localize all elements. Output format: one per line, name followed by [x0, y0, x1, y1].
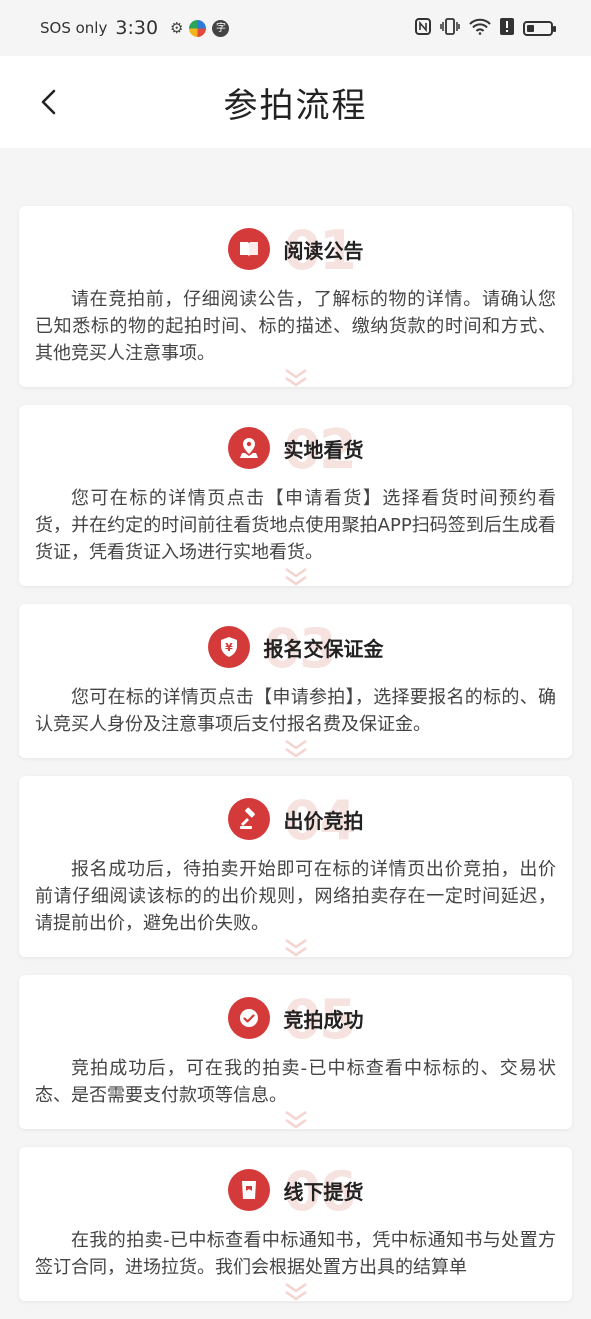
clock: 3:30: [115, 17, 159, 39]
step-title: 阅读公告: [283, 238, 364, 263]
step-description: 您可在标的详情页点击【申请看货】选择看货时间预约看货，并在约定的时间前往看货地点…: [35, 488, 556, 563]
chevron-down-icon: [284, 1282, 307, 1301]
step-title: 竞拍成功: [283, 1007, 364, 1032]
chevron-down-icon: [284, 739, 307, 758]
yuan-shield-icon: ¥: [207, 626, 250, 668]
ime-icon: 字: [212, 19, 230, 37]
chevron-down-icon: [284, 368, 307, 387]
step-header: 06 线下提货: [35, 1165, 556, 1219]
step-description: 请在竞拍前，仔细阅读公告，了解标的物的详情。请确认您已知悉标的物的起拍时间、标的…: [35, 289, 556, 364]
step-title: 出价竞拍: [283, 808, 364, 833]
wifi-icon: [469, 18, 491, 39]
nav-bar: 参拍流程: [0, 56, 591, 148]
process-steps-list: 01 阅读公告请在竞拍前，仔细阅读公告，了解标的物的详情。请确认您已知悉标的物的起…: [19, 206, 572, 1319]
step-description: 您可在标的详情页点击【申请参拍】，选择要报名的标的、确认竞买人身份及注意事项后支…: [35, 687, 556, 735]
chevron-down-icon: [284, 938, 307, 957]
alert-icon: [500, 17, 514, 39]
step-title: 实地看货: [283, 437, 364, 462]
book-icon: [227, 228, 270, 270]
pickup-icon: [227, 1169, 270, 1211]
step-header: 03 ¥ 报名交保证金: [35, 622, 556, 676]
back-button[interactable]: [34, 84, 64, 120]
step-card: 01 阅读公告请在竞拍前，仔细阅读公告，了解标的物的详情。请确认您已知悉标的物的起…: [19, 206, 572, 387]
page-title: 参拍流程: [223, 85, 368, 126]
chevron-down-icon: [284, 567, 307, 586]
step-card: 05 竞拍成功竞拍成功后，可在我的拍卖-已中标查看中标标的、交易状态、是否需要支付…: [19, 975, 572, 1129]
settings-icon: ⚙: [170, 19, 184, 37]
step-title: 报名交保证金: [263, 636, 384, 661]
chevron-down-icon: [284, 1110, 307, 1129]
carrier-label: SOS only: [40, 19, 108, 37]
battery-icon: [523, 20, 556, 36]
step-header: 04 出价竞拍: [35, 794, 556, 848]
status-bar: SOS only 3:30 ⚙ 字: [0, 0, 591, 56]
step-description: 竞拍成功后，可在我的拍卖-已中标查看中标标的、交易状态、是否需要支付款项等信息。: [35, 1058, 556, 1106]
svg-text:¥: ¥: [225, 641, 233, 654]
step-header: 02 实地看货: [35, 423, 556, 477]
gavel-icon: [227, 798, 270, 840]
step-card: 03 ¥ 报名交保证金 您可在标的详情页点击【申请参拍】，选择要报名的标的、确认竞买人…: [19, 604, 572, 758]
step-header: 05 竞拍成功: [35, 993, 556, 1047]
step-description: 在我的拍卖-已中标查看中标通知书，凭中标通知书与处置方签订合同，进场拉货。我们会…: [35, 1230, 556, 1278]
location-icon: [227, 427, 270, 469]
step-card: 06 线下提货在我的拍卖-已中标查看中标通知书，凭中标通知书与处置方签订合同，进场…: [19, 1147, 572, 1301]
step-header: 01 阅读公告: [35, 224, 556, 278]
step-title: 线下提货: [283, 1179, 364, 1204]
step-card: 02 实地看货您可在标的详情页点击【申请看货】选择看货时间预约看货，并在约定的时间…: [19, 405, 572, 586]
vibrate-icon: [440, 17, 460, 39]
chevron-left-icon: [41, 89, 56, 115]
nfc-icon: [415, 17, 431, 39]
app-notification-icon: [189, 19, 207, 37]
check-icon: [227, 997, 270, 1039]
step-description: 报名成功后，待拍卖开始即可在标的详情页出价竞拍，出价前请仔细阅读该标的的出价规则…: [35, 859, 556, 934]
step-card: 04 出价竞拍报名成功后，待拍卖开始即可在标的详情页出价竞拍，出价前请仔细阅读该标…: [19, 776, 572, 957]
